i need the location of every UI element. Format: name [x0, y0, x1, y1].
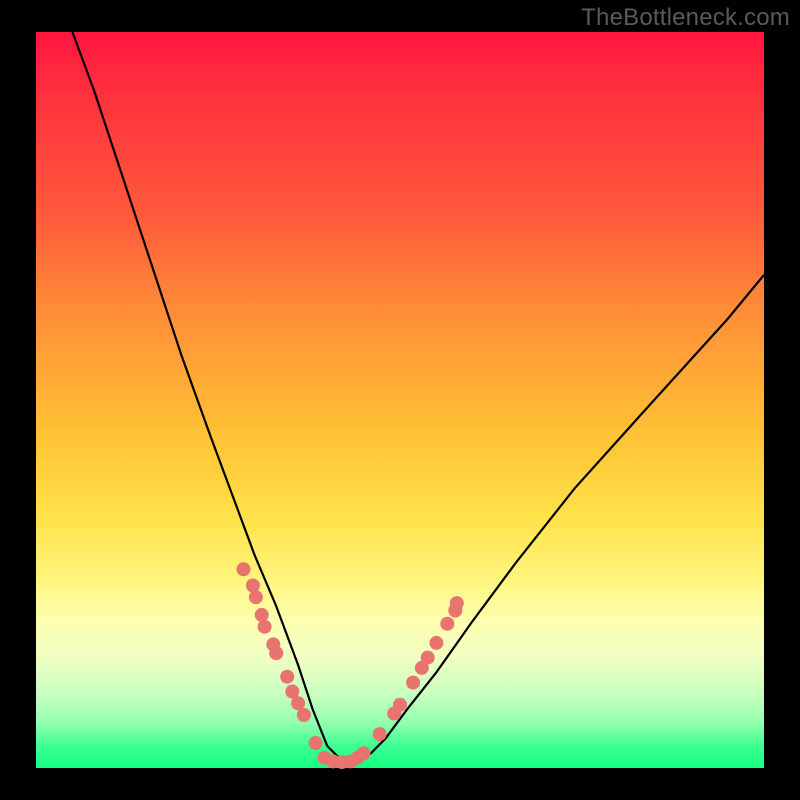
- watermark-label: TheBottleneck.com: [581, 4, 790, 32]
- scatter-dot: [373, 727, 387, 741]
- scatter-dot: [269, 646, 283, 660]
- scatter-dot: [421, 651, 435, 665]
- scatter-dot: [429, 636, 443, 650]
- chart-svg: [36, 32, 764, 768]
- scatter-dot: [246, 579, 260, 593]
- scatter-dot: [255, 608, 269, 622]
- scatter-dot: [440, 617, 454, 631]
- scatter-dot: [249, 590, 263, 604]
- scatter-dot: [357, 746, 371, 760]
- bottleneck-curve: [72, 32, 764, 761]
- scatter-dot: [406, 676, 420, 690]
- scatter-dot: [297, 708, 311, 722]
- scatter-dot: [258, 620, 272, 634]
- scatter-dot: [450, 596, 464, 610]
- scatter-dot: [393, 698, 407, 712]
- scatter-dot: [309, 736, 323, 750]
- chart-frame: TheBottleneck.com: [0, 0, 800, 800]
- scatter-dot: [237, 562, 251, 576]
- scatter-dot: [280, 670, 294, 684]
- plot-area: [36, 32, 764, 768]
